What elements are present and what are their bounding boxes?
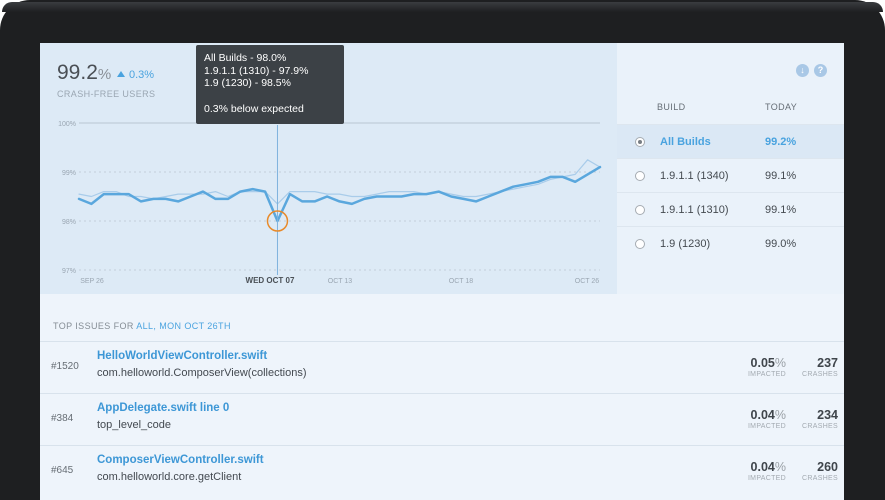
build-value: 99.2% bbox=[765, 136, 797, 148]
x-tick-label: OCT 18 bbox=[449, 278, 473, 285]
top-issues-header: TOP ISSUES FOR ALL, MON OCT 26TH bbox=[53, 321, 231, 331]
tooltip-below-expected: 0.3% below expected bbox=[204, 102, 304, 115]
y-tick-label: 100% bbox=[58, 121, 76, 128]
issue-title-link[interactable]: AppDelegate.swift line 0 bbox=[97, 402, 229, 414]
tooltip-line-19-1230: 1.9 (1230) - 98.5% bbox=[204, 77, 291, 89]
chart-panel: 99.2% 0.3% CRASH-FREE USERS 100% 99% 98% 97… bbox=[40, 43, 617, 294]
issue-number: #384 bbox=[51, 413, 74, 424]
issue-row[interactable]: #645 ComposerViewController.swift com.he… bbox=[40, 445, 844, 497]
x-tick-label: SEP 26 bbox=[80, 278, 104, 285]
issue-title-link[interactable]: HelloWorldViewController.swift bbox=[97, 350, 267, 362]
bezel-highlight bbox=[2, 2, 883, 12]
impacted-stat: 0.05% IMPACTED bbox=[747, 356, 786, 378]
impacted-stat: 0.04% IMPACTED bbox=[747, 460, 786, 482]
issue-number: #1520 bbox=[51, 361, 79, 372]
radio-button[interactable] bbox=[635, 137, 645, 147]
chart-tooltip: All Builds - 98.0% 1.9.1.1 (1310) - 97.9… bbox=[196, 45, 344, 124]
build-row-all-builds[interactable]: All Builds 99.2% bbox=[617, 124, 844, 158]
crashes-stat: 260 CRASHES bbox=[802, 460, 838, 482]
y-tick-label: 98% bbox=[62, 219, 76, 226]
issues-filter-link[interactable]: ALL, MON OCT 26TH bbox=[136, 321, 231, 331]
today-column-header: TODAY bbox=[765, 102, 798, 112]
x-tick-label: OCT 13 bbox=[328, 278, 352, 285]
panel-actions: ↓ ? bbox=[796, 64, 827, 77]
issue-method: com.helloworld.ComposerView(collections) bbox=[97, 367, 307, 379]
impacted-stat: 0.04% IMPACTED bbox=[747, 408, 786, 430]
build-value: 99.0% bbox=[765, 238, 797, 250]
issue-method: com.helloworld.core.getClient bbox=[97, 471, 242, 483]
issue-row[interactable]: #1520 HelloWorldViewController.swift com… bbox=[40, 341, 844, 393]
series-line-expected bbox=[78, 159, 601, 205]
build-value: 99.1% bbox=[765, 170, 797, 182]
build-value: 99.1% bbox=[765, 204, 797, 216]
build-name: All Builds bbox=[660, 136, 711, 148]
issue-title-link[interactable]: ComposerViewController.swift bbox=[97, 454, 264, 466]
radio-button[interactable] bbox=[635, 239, 645, 249]
builds-panel: ↓ ? BUILD TODAY All Builds 99.2% 1.9.1.1… bbox=[617, 43, 844, 294]
radio-button[interactable] bbox=[635, 205, 645, 215]
x-tick-label: WED OCT 07 bbox=[246, 276, 295, 285]
build-name: 1.9.1.1 (1340) bbox=[660, 170, 729, 182]
crashes-stat: 237 CRASHES bbox=[802, 356, 838, 378]
build-name: 1.9 (1230) bbox=[660, 238, 711, 250]
build-row-1911-1310[interactable]: 1.9.1.1 (1310) 99.1% bbox=[617, 192, 844, 226]
x-tick-label: OCT 26 bbox=[575, 278, 599, 285]
issue-row[interactable]: #384 AppDelegate.swift line 0 top_level_… bbox=[40, 393, 844, 445]
download-icon[interactable]: ↓ bbox=[796, 64, 809, 77]
build-row-1911-1340[interactable]: 1.9.1.1 (1340) 99.1% bbox=[617, 158, 844, 192]
help-icon[interactable]: ? bbox=[814, 64, 827, 77]
issue-method: top_level_code bbox=[97, 419, 172, 431]
build-name: 1.9.1.1 (1310) bbox=[660, 204, 729, 216]
y-tick-label: 99% bbox=[62, 170, 76, 177]
crashes-stat: 234 CRASHES bbox=[802, 408, 838, 430]
issue-number: #645 bbox=[51, 465, 74, 476]
dashboard-screen: 99.2% 0.3% CRASH-FREE USERS 100% 99% 98% 97… bbox=[40, 43, 844, 500]
y-tick-label: 97% bbox=[62, 268, 76, 275]
tooltip-line-all-builds: All Builds - 98.0% bbox=[204, 52, 287, 64]
build-row-19-1230[interactable]: 1.9 (1230) 99.0% bbox=[617, 226, 844, 260]
builds-table-header: BUILD TODAY bbox=[617, 101, 844, 123]
build-column-header: BUILD bbox=[657, 102, 686, 112]
tooltip-line-1911-1310: 1.9.1.1 (1310) - 97.9% bbox=[204, 64, 309, 77]
radio-button[interactable] bbox=[635, 171, 645, 181]
